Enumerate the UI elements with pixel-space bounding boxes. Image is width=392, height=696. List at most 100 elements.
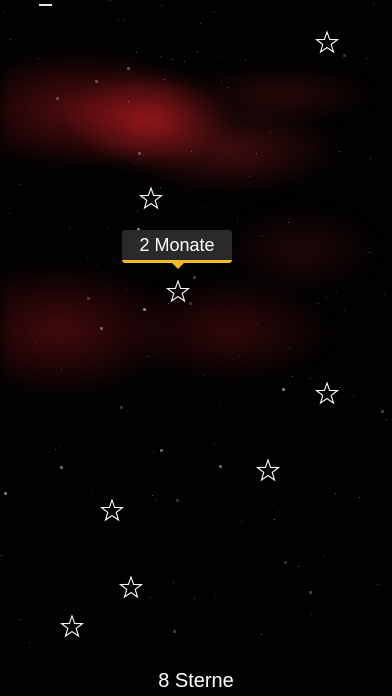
background-dot: [373, 4, 375, 6]
star-outline-icon: [138, 186, 164, 210]
star-button[interactable]: [255, 458, 281, 484]
background-dot: [161, 5, 163, 7]
background-dot: [221, 81, 223, 83]
background-dot: [61, 369, 63, 371]
background-dot: [154, 555, 156, 557]
background-dot: [10, 39, 12, 41]
background-dot: [35, 342, 37, 344]
background-dot: [100, 327, 103, 330]
background-dot: [4, 492, 7, 495]
background-dot: [221, 56, 223, 58]
background-dot: [127, 67, 130, 70]
background-dot: [176, 499, 179, 502]
background-dot: [256, 153, 258, 155]
background-dot: [218, 76, 220, 78]
background-dot: [292, 376, 294, 378]
background-dot: [120, 406, 123, 409]
background-dot: [3, 11, 5, 13]
background-dot: [118, 19, 120, 21]
background-dot: [200, 23, 202, 25]
background-dot: [156, 500, 158, 502]
background-dot: [228, 87, 230, 89]
background-dot: [241, 521, 243, 523]
background-dot: [95, 80, 98, 83]
star-button[interactable]: [59, 614, 85, 640]
star-button[interactable]: [118, 575, 144, 601]
background-dot: [309, 591, 312, 594]
background-dot: [377, 584, 379, 586]
background-dot: [60, 466, 63, 469]
background-dot: [61, 318, 63, 320]
background-dot: [370, 158, 372, 160]
background-dot: [262, 235, 264, 237]
background-dot: [38, 58, 40, 60]
background-dot: [1, 555, 3, 557]
background-dot: [237, 220, 239, 222]
background-dot: [205, 207, 207, 209]
starfield: [0, 0, 392, 696]
star-button-selected[interactable]: [165, 279, 191, 305]
background-dot: [55, 449, 57, 451]
background-dot: [197, 51, 199, 53]
star-map-screen: 2 Monate 8 Sterne: [0, 0, 392, 696]
star-button[interactable]: [314, 30, 340, 56]
background-dot: [184, 61, 186, 63]
background-dot: [19, 619, 21, 621]
star-outline-icon: [255, 458, 281, 482]
background-dot: [284, 561, 287, 564]
background-dot: [336, 291, 338, 293]
background-dot: [343, 54, 346, 57]
background-dot: [143, 308, 146, 311]
background-dot: [60, 446, 62, 448]
status-bar-indicator: [39, 4, 52, 6]
star-outline-icon: [314, 381, 340, 405]
background-dot: [335, 493, 337, 495]
background-dot: [173, 630, 176, 633]
star-button[interactable]: [138, 186, 164, 212]
background-dot: [153, 452, 155, 454]
background-dot: [191, 151, 193, 153]
background-dot: [214, 11, 216, 13]
background-dot: [389, 9, 391, 11]
background-dot: [203, 375, 205, 377]
background-dot: [69, 227, 71, 229]
background-dot: [381, 410, 384, 413]
background-dot: [124, 19, 126, 21]
background-dot: [311, 614, 313, 616]
background-dot: [29, 642, 31, 644]
star-button[interactable]: [99, 498, 125, 524]
background-dot: [298, 566, 300, 568]
star-outline-icon: [314, 30, 340, 54]
background-dot: [288, 222, 290, 224]
background-dot: [339, 151, 341, 153]
background-dot: [239, 356, 241, 358]
star-outline-icon: [165, 279, 191, 303]
background-dot: [53, 108, 55, 110]
background-dot: [249, 176, 251, 178]
tooltip-text: 2 Monate: [139, 234, 215, 255]
background-dot: [215, 594, 217, 596]
tooltip-pointer: [172, 263, 184, 269]
background-dot: [164, 79, 166, 81]
background-dot: [150, 597, 152, 599]
star-button[interactable]: [314, 381, 340, 407]
background-dot: [220, 403, 222, 405]
background-dot: [20, 184, 22, 186]
background-dot: [128, 101, 130, 103]
background-dot: [326, 297, 328, 299]
background-dot: [344, 310, 346, 312]
background-dot: [194, 598, 196, 600]
background-dot: [149, 57, 151, 59]
background-dot: [134, 163, 136, 165]
background-dot: [270, 132, 272, 134]
background-dot: [369, 252, 371, 254]
background-dot: [245, 60, 247, 62]
background-dot: [87, 297, 90, 300]
background-dot: [110, 0, 112, 2]
background-dot: [214, 443, 216, 445]
background-dot: [92, 490, 94, 492]
background-dot: [340, 387, 342, 389]
background-dot: [257, 324, 259, 326]
background-dot: [97, 265, 99, 267]
background-dot: [384, 294, 386, 296]
